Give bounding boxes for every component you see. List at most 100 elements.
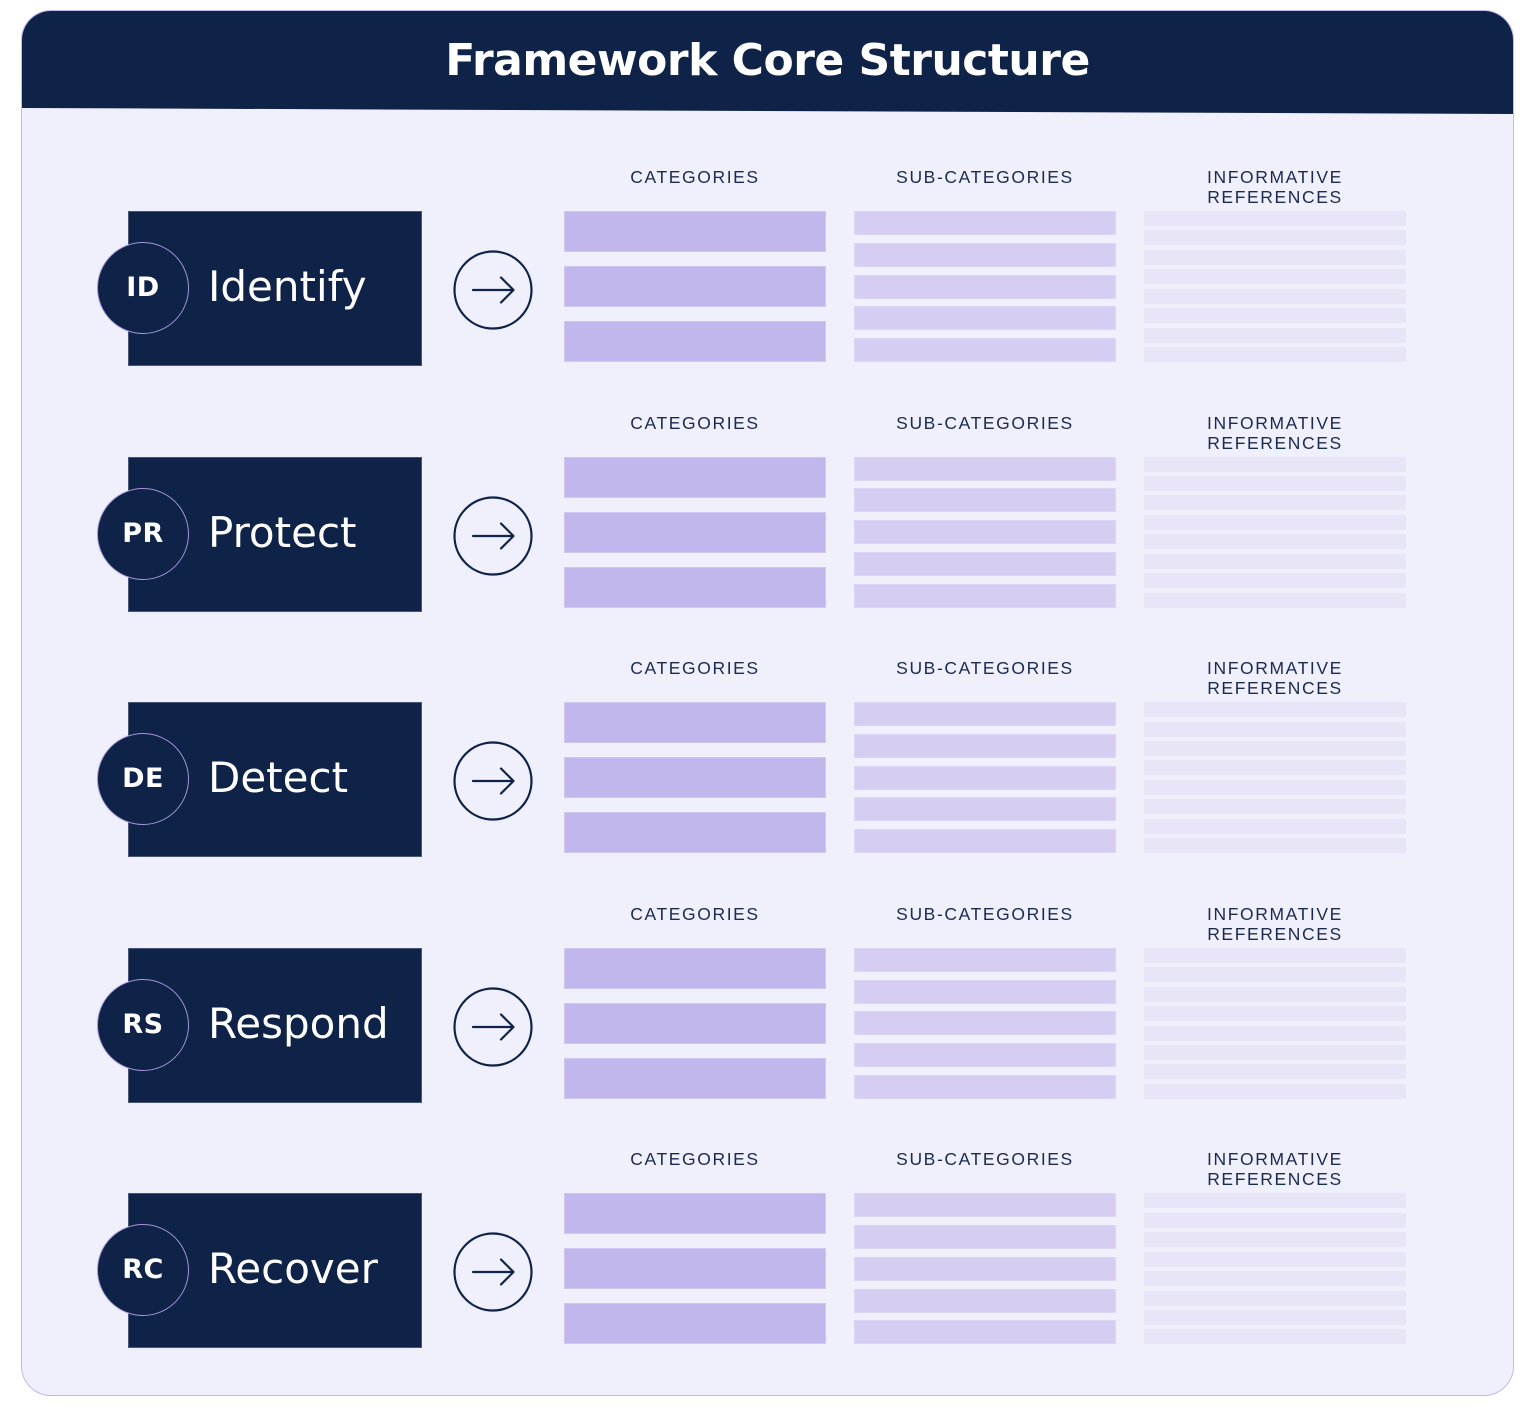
subcategory-bar bbox=[854, 1288, 1116, 1313]
informative-reference-bar bbox=[1144, 1251, 1406, 1267]
subcategory-bar bbox=[854, 1256, 1116, 1281]
informative-reference-bar bbox=[1144, 249, 1406, 265]
page-title: Framework Core Structure bbox=[445, 35, 1090, 86]
informative-reference-bar bbox=[1144, 495, 1406, 511]
informative-reference-bar bbox=[1144, 967, 1406, 983]
informative-references-label: INFORMATIVE REFERENCES bbox=[1207, 167, 1343, 207]
informative-reference-bar bbox=[1144, 347, 1406, 362]
informative-reference-bar bbox=[1144, 1006, 1406, 1022]
subcategory-bar bbox=[854, 338, 1116, 362]
informative-reference-bar bbox=[1144, 308, 1406, 324]
informative-reference-bar bbox=[1144, 573, 1406, 589]
category-bar bbox=[564, 1057, 826, 1099]
category-bar bbox=[564, 947, 826, 989]
informative-reference-bar bbox=[1144, 818, 1406, 834]
informative-reference-bar bbox=[1144, 1232, 1406, 1248]
subcategory-bar bbox=[854, 583, 1116, 608]
informative-reference-bar bbox=[1144, 1329, 1406, 1345]
category-bar bbox=[564, 511, 826, 553]
function-row-detect: CATEGORIES SUB-CATEGORIES INFORMATIVE RE… bbox=[22, 658, 1513, 888]
subcategory-bar bbox=[854, 702, 1116, 727]
subcategory-bar bbox=[854, 488, 1116, 513]
expand-arrow-button[interactable] bbox=[453, 1232, 533, 1312]
informative-reference-bar bbox=[1144, 553, 1406, 569]
informative-reference-bar bbox=[1144, 1309, 1406, 1325]
informative-reference-bar bbox=[1144, 702, 1406, 718]
expand-arrow-button[interactable] bbox=[453, 987, 533, 1067]
subcategory-bar bbox=[854, 829, 1116, 854]
informative-reference-bar bbox=[1144, 741, 1406, 757]
function-row-respond: CATEGORIES SUB-CATEGORIES INFORMATIVE RE… bbox=[22, 904, 1513, 1134]
subcategory-bar bbox=[854, 733, 1116, 758]
function-name: Identify bbox=[208, 262, 367, 311]
function-name: Recover bbox=[208, 1244, 378, 1294]
category-bar bbox=[564, 1248, 826, 1290]
subcategory-bar bbox=[854, 765, 1116, 790]
subcategory-bar bbox=[854, 551, 1116, 576]
informative-reference-bar bbox=[1144, 288, 1406, 304]
informative-reference-bar bbox=[1144, 947, 1406, 963]
category-bar bbox=[564, 321, 826, 362]
subcategory-bar bbox=[854, 242, 1116, 267]
categories-label: CATEGORIES bbox=[630, 903, 760, 924]
category-bar bbox=[564, 456, 826, 498]
informative-reference-bar bbox=[1144, 1212, 1406, 1228]
informative-reference-bar bbox=[1144, 230, 1406, 246]
arrow-right-circle-icon bbox=[453, 250, 533, 330]
function-code-badge: RS bbox=[97, 978, 189, 1071]
function-code-badge: PR bbox=[97, 487, 189, 580]
informative-reference-bar bbox=[1144, 1271, 1406, 1287]
informative-reference-bar bbox=[1144, 211, 1406, 226]
subcategories-label: SUB-CATEGORIES bbox=[896, 658, 1074, 679]
function-name: Protect bbox=[208, 507, 357, 557]
informative-reference-bar bbox=[1144, 1193, 1406, 1209]
category-bar bbox=[564, 1303, 826, 1345]
informative-reference-bar bbox=[1144, 1064, 1406, 1080]
informative-reference-bar bbox=[1144, 760, 1406, 776]
category-bar bbox=[564, 1193, 826, 1235]
category-bar bbox=[564, 1002, 826, 1044]
categories-label: CATEGORIES bbox=[630, 167, 760, 187]
subcategory-bar bbox=[854, 520, 1116, 545]
expand-arrow-button[interactable] bbox=[453, 741, 533, 821]
category-bar bbox=[564, 266, 826, 307]
subcategory-bar bbox=[854, 947, 1116, 972]
categories-label: CATEGORIES bbox=[630, 412, 760, 433]
expand-arrow-button[interactable] bbox=[453, 250, 533, 330]
subcategory-bar bbox=[854, 1043, 1116, 1068]
informative-references-label: INFORMATIVE REFERENCES bbox=[1207, 1149, 1343, 1190]
informative-reference-bar bbox=[1144, 799, 1406, 815]
informative-reference-bar bbox=[1144, 1083, 1406, 1099]
category-bar bbox=[564, 702, 826, 744]
function-row-recover: CATEGORIES SUB-CATEGORIES INFORMATIVE RE… bbox=[22, 1149, 1513, 1379]
informative-reference-bar bbox=[1144, 592, 1406, 608]
subcategories-label: SUB-CATEGORIES bbox=[896, 167, 1074, 187]
informative-references-label: INFORMATIVE REFERENCES bbox=[1207, 903, 1343, 944]
informative-reference-bar bbox=[1144, 327, 1406, 343]
subcategory-bar bbox=[854, 797, 1116, 822]
subcategory-bar bbox=[854, 1074, 1116, 1099]
informative-reference-bar bbox=[1144, 534, 1406, 550]
informative-reference-bar bbox=[1144, 476, 1406, 492]
subcategory-bar bbox=[854, 1193, 1116, 1218]
function-name: Respond bbox=[208, 998, 389, 1048]
informative-references-label: INFORMATIVE REFERENCES bbox=[1207, 658, 1343, 699]
arrow-right-circle-icon bbox=[453, 1232, 533, 1312]
subcategories-label: SUB-CATEGORIES bbox=[896, 903, 1074, 924]
informative-reference-bar bbox=[1144, 514, 1406, 530]
subcategories-label: SUB-CATEGORIES bbox=[896, 412, 1074, 433]
subcategory-bar bbox=[854, 1011, 1116, 1036]
subcategory-bar bbox=[854, 306, 1116, 331]
expand-arrow-button[interactable] bbox=[453, 495, 533, 576]
function-row-protect: CATEGORIES SUB-CATEGORIES INFORMATIVE RE… bbox=[22, 413, 1513, 643]
informative-reference-bar bbox=[1144, 456, 1406, 472]
function-name: Detect bbox=[208, 753, 349, 803]
function-code-badge: ID bbox=[97, 242, 189, 334]
subcategory-bar bbox=[854, 456, 1116, 481]
subcategory-bar bbox=[854, 274, 1116, 299]
informative-reference-bar bbox=[1144, 1025, 1406, 1041]
header-banner: Framework Core Structure bbox=[22, 11, 1513, 114]
function-code-badge: RC bbox=[97, 1224, 189, 1317]
informative-reference-bar bbox=[1144, 1290, 1406, 1306]
informative-reference-bar bbox=[1144, 838, 1406, 854]
